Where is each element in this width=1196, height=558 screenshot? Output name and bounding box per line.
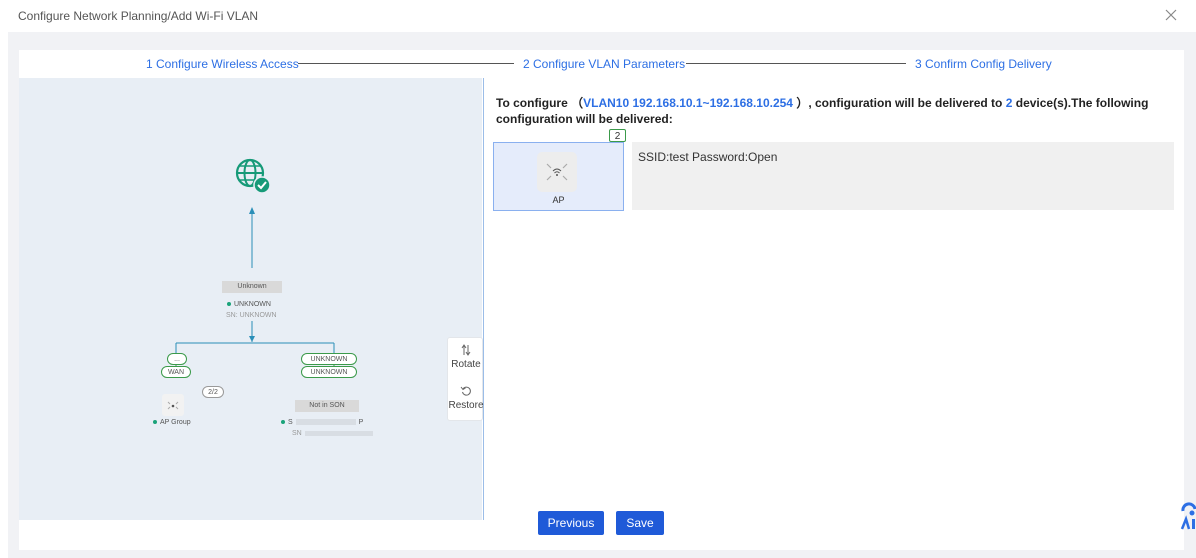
ap-group-label[interactable]: AP Group: [153, 419, 191, 426]
right-device-status: SP: [281, 419, 363, 426]
online-dot: [227, 302, 231, 307]
heading-paren-open: （: [571, 96, 584, 110]
step-1[interactable]: 1 Configure Wireless Access: [146, 57, 299, 71]
config-detail-box: SSID:test Password:Open: [632, 142, 1174, 210]
access-point-icon: [537, 152, 577, 192]
left-top-pill[interactable]: ...: [167, 353, 187, 365]
root-device-label[interactable]: Unknown: [222, 281, 282, 293]
rotate-icon: [461, 344, 471, 356]
right-device-sn: SN: [292, 430, 373, 437]
canvas-controls: Rotate Restore: [447, 337, 484, 421]
right-pill-1[interactable]: UNKNOWN: [301, 353, 357, 365]
ap-group-device-icon[interactable]: [162, 394, 184, 416]
stepper: 1 Configure Wireless Access 2 Configure …: [19, 50, 1184, 78]
ssid-config-text: SSID:test Password:Open: [638, 150, 778, 164]
rotate-label: Rotate: [451, 359, 481, 370]
ap-count-pill: 2/2: [202, 386, 224, 398]
step-connector: [686, 63, 906, 64]
step-3[interactable]: 3 Confirm Config Delivery: [915, 57, 1052, 71]
root-device-status: UNKNOWN: [227, 301, 271, 308]
heading-paren-close: ）: [796, 96, 809, 110]
save-button[interactable]: Save: [616, 511, 664, 535]
previous-button[interactable]: Previous: [538, 511, 604, 535]
device-count: 2: [1005, 96, 1013, 110]
device-count-badge: 2: [609, 129, 626, 142]
wan-pill[interactable]: WAN: [161, 366, 191, 378]
redacted-bar: [295, 419, 356, 426]
root-device-sn: SN: UNKNOWN: [226, 312, 277, 319]
rotate-button[interactable]: Rotate: [448, 344, 484, 370]
redacted-bar: [304, 430, 373, 436]
root-status-text: UNKNOWN: [234, 301, 271, 308]
not-in-son-tag[interactable]: Not in SON: [295, 400, 359, 412]
globe-check-icon[interactable]: [233, 156, 273, 196]
right-sn-prefix: SN: [292, 430, 302, 437]
config-summary-heading: To configure （VLAN10 192.168.10.1~192.16…: [496, 95, 1166, 127]
right-status-prefix: S: [288, 419, 293, 426]
restore-label: Restore: [448, 400, 484, 411]
assistant-widget-icon[interactable]: [1179, 497, 1196, 533]
step-2[interactable]: 2 Configure VLAN Parameters: [523, 57, 685, 71]
ap-device-label: AP: [552, 195, 565, 205]
panel-divider: [483, 78, 484, 520]
dialog-title: Configure Network Planning/Add Wi-Fi VLA…: [18, 9, 259, 23]
topology-lines: [175, 207, 335, 367]
restore-icon: [460, 386, 471, 396]
topology-canvas[interactable]: Unknown UNKNOWN SN: UNKNOWN ... WAN 2/2 …: [19, 78, 482, 520]
heading-middle: , configuration will be delivered to: [808, 96, 1003, 110]
close-icon[interactable]: [1162, 6, 1180, 24]
vlan-range: VLAN10 192.168.10.1~192.168.10.254: [583, 96, 793, 110]
restore-button[interactable]: Restore: [448, 385, 484, 411]
online-dot: [281, 420, 285, 425]
right-pill-2[interactable]: UNKNOWN: [301, 366, 357, 378]
ap-group-text: AP Group: [160, 419, 191, 426]
heading-prefix: To configure: [496, 96, 568, 110]
ap-device-card[interactable]: AP: [493, 142, 624, 211]
step-connector: [298, 63, 514, 64]
dialog-header: Configure Network Planning/Add Wi-Fi VLA…: [0, 0, 1196, 32]
right-status-suffix: P: [358, 419, 364, 426]
online-dot: [153, 420, 157, 425]
